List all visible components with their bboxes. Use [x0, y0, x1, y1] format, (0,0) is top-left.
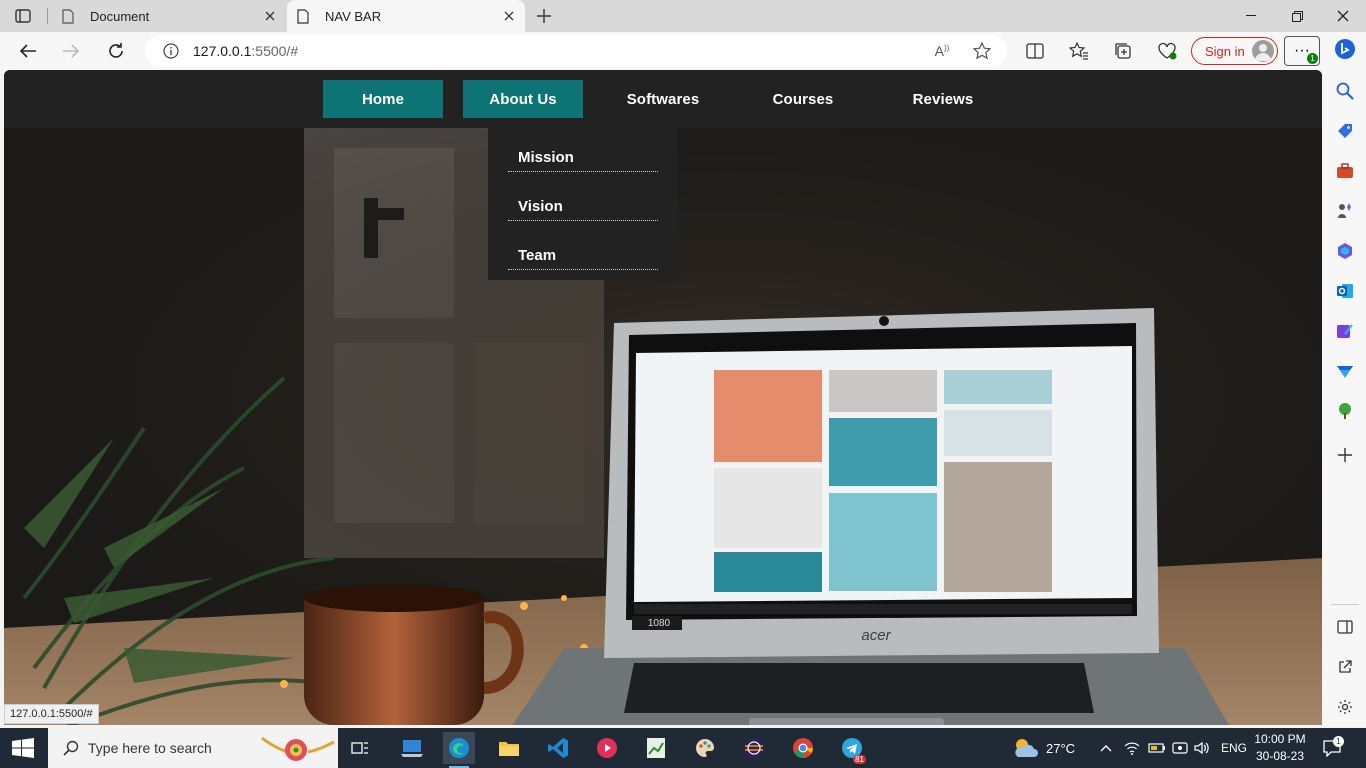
edge-sidebar — [1323, 32, 1366, 726]
notification-badge: 1 — [1307, 53, 1318, 64]
about-us-dropdown: Mission Vision Team — [488, 128, 678, 280]
back-arrow-icon[interactable] — [13, 36, 43, 66]
designer-icon[interactable] — [1334, 320, 1356, 342]
edge-taskbar-icon[interactable] — [443, 732, 475, 768]
nav-reviews[interactable]: Reviews — [883, 80, 1003, 118]
taskbar-search[interactable]: Type here to search — [48, 728, 338, 768]
search-placeholder: Type here to search — [88, 740, 212, 756]
file-explorer-icon[interactable] — [493, 732, 525, 764]
browser-toolbar: 127.0.0.1:5500/# A)) Sign in ··· 1 — [0, 32, 1366, 70]
tab-separator — [47, 8, 48, 24]
games-icon[interactable] — [1334, 200, 1356, 222]
notification-count-badge: 1 — [1333, 736, 1344, 747]
chart-app-icon[interactable] — [640, 732, 672, 764]
notification-center-icon[interactable]: 1 — [1322, 728, 1344, 768]
tools-briefcase-icon[interactable] — [1334, 160, 1356, 182]
sidebar-divider — [1331, 604, 1359, 605]
avatar — [1252, 40, 1274, 62]
chrome-icon[interactable] — [787, 732, 819, 764]
tree-icon[interactable] — [1334, 400, 1356, 422]
favorites-icon[interactable] — [1064, 36, 1094, 66]
search-icon[interactable] — [1334, 80, 1356, 102]
close-icon[interactable] — [262, 8, 278, 24]
settings-and-more-button[interactable]: ··· 1 — [1284, 36, 1320, 66]
weather-cloud-icon — [1015, 739, 1038, 757]
nav-courses[interactable]: Courses — [743, 80, 863, 118]
battery-icon[interactable] — [1148, 728, 1166, 768]
new-tab-icon[interactable] — [533, 6, 555, 26]
wifi-icon[interactable] — [1124, 728, 1140, 768]
language-label: ENG — [1221, 741, 1248, 755]
eclipse-icon[interactable] — [738, 732, 770, 764]
laptop-brand-logo: acer — [861, 627, 891, 644]
nav-about-us[interactable]: About Us — [463, 80, 583, 118]
nav-softwares[interactable]: Softwares — [603, 80, 723, 118]
collections-icon[interactable] — [1108, 36, 1138, 66]
dropdown-item-mission[interactable]: Mission — [508, 134, 658, 172]
meet-now-icon[interactable] — [1172, 728, 1188, 768]
media-player-icon[interactable] — [591, 732, 623, 764]
desktop-app-icon[interactable] — [396, 732, 428, 764]
page-icon — [295, 8, 311, 24]
taskbar-clock[interactable]: 10:00 PM 30-08-23 — [1252, 731, 1308, 765]
tab-label: Document — [90, 8, 150, 24]
sign-in-label: Sign in — [1205, 43, 1245, 59]
split-screen-icon[interactable] — [1020, 36, 1050, 66]
search-highlight-illustration — [258, 730, 336, 766]
tab-strip: Document NAV BAR — [0, 0, 1366, 32]
microsoft-365-icon[interactable] — [1334, 240, 1356, 262]
tab-actions-icon[interactable] — [10, 6, 36, 26]
clock-date: 30-08-23 — [1255, 749, 1305, 763]
url-text: 127.0.0.1:5500/# — [193, 43, 298, 59]
address-bar[interactable]: 127.0.0.1:5500/# — [145, 35, 1007, 67]
dropdown-item-team[interactable]: Team — [508, 232, 658, 270]
bing-copilot-icon[interactable] — [1334, 38, 1356, 60]
close-window-icon[interactable] — [1320, 0, 1366, 32]
browser-essentials-icon[interactable] — [1152, 36, 1182, 66]
tab-label: NAV BAR — [325, 8, 382, 24]
minimize-icon[interactable] — [1228, 0, 1274, 32]
search-icon — [62, 739, 80, 757]
windows-start-icon[interactable] — [12, 738, 34, 758]
language-indicator[interactable]: ENG — [1221, 728, 1247, 768]
hide-sidebar-icon[interactable] — [1334, 616, 1356, 638]
forward-arrow-icon[interactable] — [56, 36, 86, 66]
drop-icon[interactable] — [1334, 360, 1356, 382]
tray-chevron-icon[interactable] — [1100, 728, 1112, 768]
paint-icon[interactable] — [689, 732, 721, 764]
site-navbar: Home About Us Softwares Courses Reviews — [4, 70, 1322, 128]
windows-taskbar: Type here to search 81 27°C ENG 10:00 PM… — [0, 728, 1366, 768]
url-host: 127.0.0.1 — [193, 43, 252, 59]
telegram-unread-badge: 81 — [853, 755, 866, 764]
outlook-icon[interactable] — [1334, 280, 1356, 302]
task-view-icon[interactable] — [344, 732, 376, 764]
info-icon[interactable] — [161, 41, 181, 61]
web-page: 1080 acer Home About Us Softwares Course… — [4, 70, 1322, 725]
weather-widget[interactable]: 27°C — [1012, 728, 1075, 768]
volume-icon[interactable] — [1194, 728, 1210, 768]
url-path: :5500/# — [251, 43, 299, 59]
weather-temperature: 27°C — [1046, 740, 1076, 756]
gear-icon[interactable] — [1334, 696, 1356, 718]
clock-time: 10:00 PM — [1254, 732, 1306, 746]
vscode-icon[interactable] — [542, 732, 574, 764]
page-icon — [60, 8, 76, 24]
close-icon[interactable] — [501, 8, 517, 24]
favorite-star-icon[interactable] — [967, 36, 997, 66]
refresh-icon[interactable] — [101, 36, 131, 66]
status-bar-url: 127.0.0.1:5500/# — [4, 704, 99, 724]
laptop-resolution-badge: 1080 — [648, 618, 671, 629]
telegram-icon[interactable]: 81 — [836, 732, 868, 764]
add-sidebar-app-icon[interactable] — [1334, 444, 1356, 466]
tab-nav-bar[interactable]: NAV BAR — [287, 0, 525, 32]
sign-in-button[interactable]: Sign in — [1191, 37, 1278, 65]
dropdown-item-vision[interactable]: Vision — [508, 183, 658, 221]
nav-home[interactable]: Home — [323, 80, 443, 118]
restore-icon[interactable] — [1274, 0, 1320, 32]
shopping-tag-icon[interactable] — [1334, 120, 1356, 142]
tab-document[interactable]: Document — [52, 0, 286, 32]
read-aloud-icon[interactable]: A)) — [927, 36, 957, 66]
external-link-icon[interactable] — [1334, 656, 1356, 678]
